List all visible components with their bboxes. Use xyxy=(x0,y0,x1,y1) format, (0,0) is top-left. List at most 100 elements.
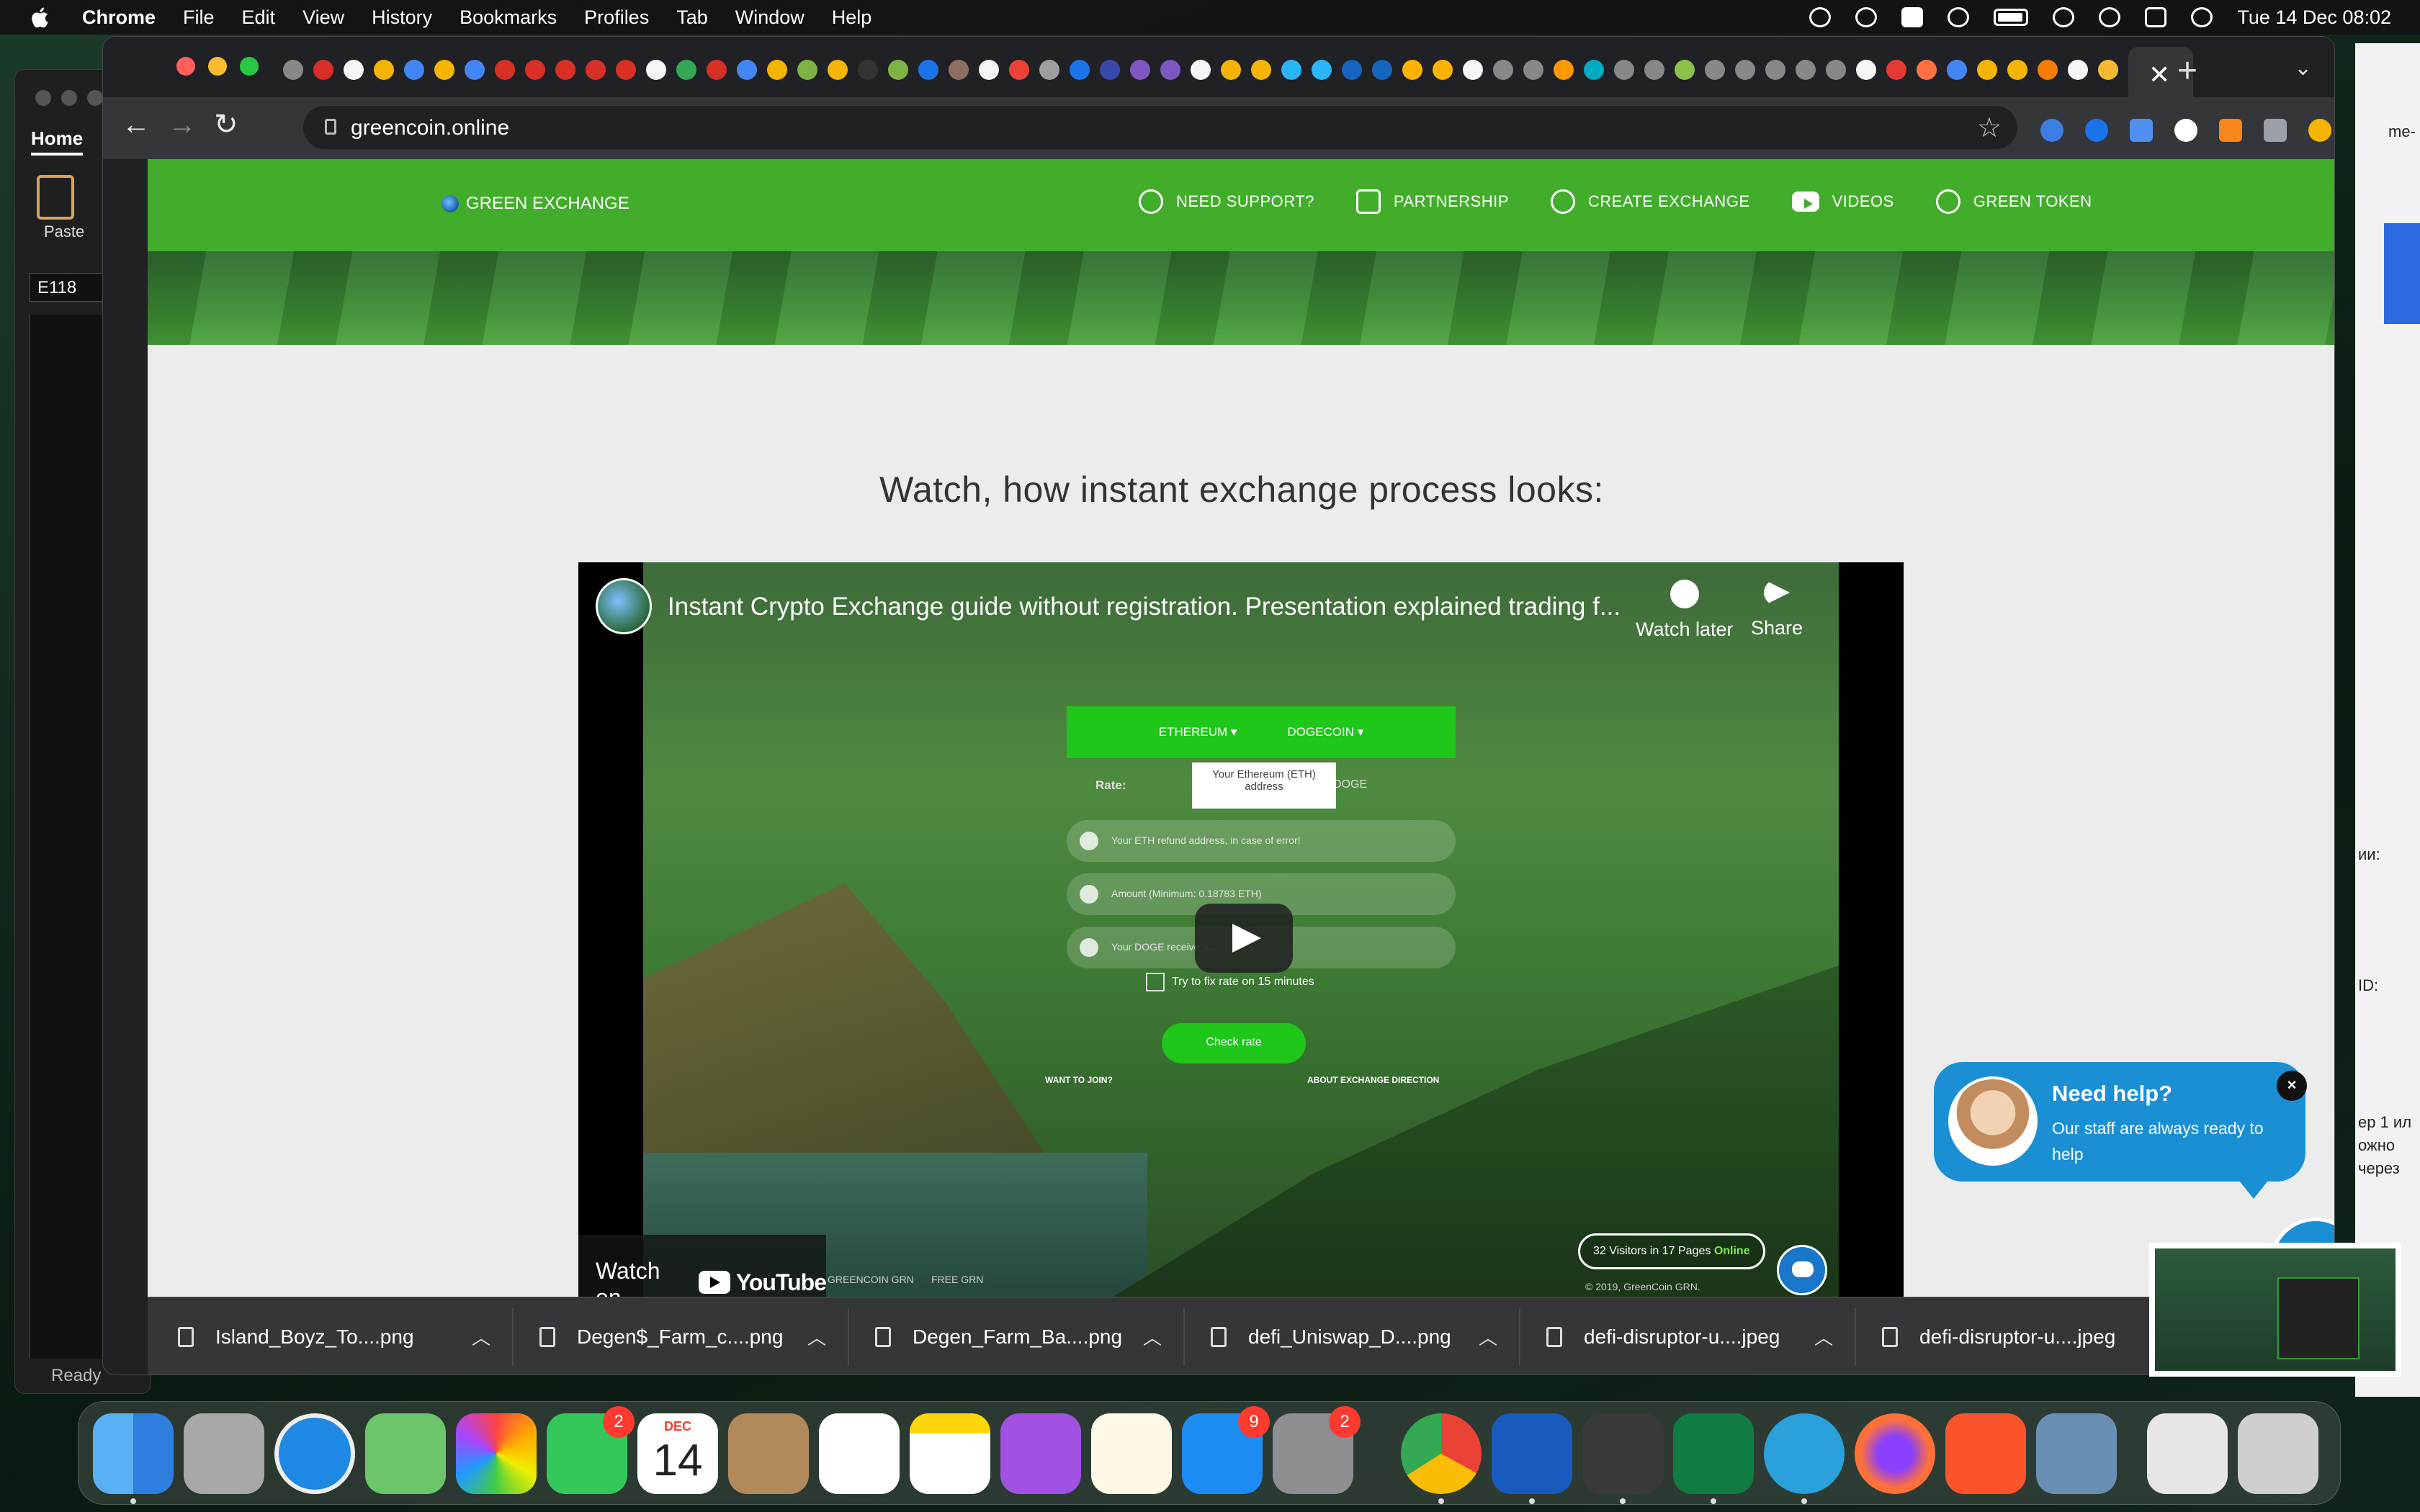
minimize-window-icon[interactable] xyxy=(208,57,227,76)
help-close-icon[interactable]: × xyxy=(2277,1071,2307,1101)
tab-favicon-icon[interactable] xyxy=(344,60,364,80)
preview-icon[interactable] xyxy=(2036,1413,2117,1494)
excel-minimize-icon[interactable] xyxy=(61,90,77,106)
chrome-icon[interactable] xyxy=(1401,1413,1482,1494)
tab-favicon-icon[interactable] xyxy=(1765,60,1785,80)
address-bar[interactable]: greencoin.online ☆ xyxy=(303,106,2017,149)
download-item[interactable]: defi-disruptor-u....jpeg︿ xyxy=(1520,1308,1856,1366)
tab-favicon-icon[interactable] xyxy=(1281,60,1301,80)
close-window-icon[interactable] xyxy=(176,57,195,76)
ethereum-extension-icon[interactable] xyxy=(2040,119,2063,142)
tab-favicon-icon[interactable] xyxy=(858,60,878,80)
notes-icon[interactable] xyxy=(910,1413,990,1494)
tab-favicon-icon[interactable] xyxy=(1584,60,1604,80)
contacts-icon[interactable] xyxy=(728,1413,809,1494)
metamask-icon[interactable] xyxy=(2219,119,2242,142)
tab-favicon-icon[interactable] xyxy=(1705,60,1725,80)
system-preferences-icon[interactable]: 2 xyxy=(1273,1406,1361,1494)
tab-favicon-icon[interactable] xyxy=(1402,60,1422,80)
tab-favicon-icon[interactable] xyxy=(737,60,757,80)
tab-favicon-icon[interactable] xyxy=(828,60,848,80)
tab-favicon-icon[interactable] xyxy=(1644,60,1664,80)
excel-icon[interactable] xyxy=(1673,1413,1754,1494)
tab-favicon-icon[interactable] xyxy=(434,60,454,80)
tab-favicon-icon[interactable] xyxy=(1463,60,1483,80)
tab-favicon-icon[interactable] xyxy=(979,60,999,80)
tab-favicon-icon[interactable] xyxy=(1614,60,1634,80)
tab-favicon-icon[interactable] xyxy=(1554,60,1574,80)
menu-window[interactable]: Window xyxy=(735,6,805,29)
excel-close-icon[interactable] xyxy=(35,90,51,106)
status-extra-icon[interactable] xyxy=(1948,7,1970,27)
help-widget[interactable]: Need help? Our staff are always ready to… xyxy=(1934,1062,2307,1199)
tab-favicon-icon[interactable] xyxy=(1039,60,1059,80)
input-source-icon[interactable] xyxy=(1901,7,1924,27)
tab-favicon-icon[interactable] xyxy=(555,60,575,80)
download-item[interactable]: defi_Uniswap_D....png ︿ xyxy=(1185,1308,1520,1366)
tab-favicon-icon[interactable] xyxy=(404,60,424,80)
tab-favicon-icon[interactable] xyxy=(1796,60,1816,80)
nav-need-support[interactable]: NEED SUPPORT? xyxy=(1139,189,1314,214)
app-store-icon[interactable]: 9 xyxy=(1182,1406,1270,1494)
tab-favicon-icon[interactable] xyxy=(2038,60,2058,80)
download-item[interactable]: Island_Boyz_To....png ︿ xyxy=(178,1308,514,1366)
screenshot-preview-thumbnail[interactable] xyxy=(2149,1243,2401,1377)
download-item[interactable]: defi-disruptor-u....jpeg︿ xyxy=(1856,1308,2192,1366)
tab-favicon-icon[interactable] xyxy=(1675,60,1695,80)
tab-favicon-icon[interactable] xyxy=(1221,60,1241,80)
tab-favicon-icon[interactable] xyxy=(1070,60,1090,80)
menu-clock[interactable]: Tue 14 Dec 08:02 xyxy=(2237,6,2391,29)
tab-favicon-icon[interactable] xyxy=(949,60,969,80)
tab-search-chevron-icon[interactable]: ⌄ xyxy=(2294,55,2312,81)
share-button[interactable]: Share xyxy=(1751,580,1803,639)
extension-link-icon[interactable] xyxy=(2174,119,2197,142)
chevron-up-icon[interactable]: ︿ xyxy=(807,1323,826,1350)
finder-icon[interactable] xyxy=(93,1413,174,1494)
tab-favicon-icon[interactable] xyxy=(1493,60,1513,80)
tab-favicon-icon[interactable] xyxy=(888,60,908,80)
extension-b-icon[interactable] xyxy=(2130,119,2153,142)
maps-icon[interactable] xyxy=(365,1413,446,1494)
launchpad-icon[interactable] xyxy=(184,1413,264,1494)
watch-later-button[interactable]: Watch later xyxy=(1636,580,1734,641)
profile-avatar-icon[interactable] xyxy=(2308,119,2331,142)
photos-icon[interactable] xyxy=(456,1413,537,1494)
tab-favicon-icon[interactable] xyxy=(1917,60,1937,80)
video-title[interactable]: Instant Crypto Exchange guide without re… xyxy=(668,593,1676,621)
tab-favicon-icon[interactable] xyxy=(1977,60,1997,80)
tab-favicon-icon[interactable] xyxy=(1130,60,1150,80)
document-stack-icon[interactable] xyxy=(2147,1413,2228,1494)
download-item[interactable]: Degen$_Farm_c....png ︿ xyxy=(514,1308,849,1366)
nav-create-exchange[interactable]: CREATE EXCHANGE xyxy=(1550,189,1750,214)
menu-edit[interactable]: Edit xyxy=(242,6,276,29)
battery-icon[interactable] xyxy=(1994,9,2029,26)
tab-favicon-icon[interactable] xyxy=(495,60,515,80)
channel-avatar[interactable] xyxy=(596,578,652,634)
tab-favicon-icon[interactable] xyxy=(1886,60,1906,80)
back-arrow-icon[interactable]: ← xyxy=(122,109,151,140)
safari-icon[interactable] xyxy=(274,1413,355,1494)
w-app-icon[interactable] xyxy=(1582,1413,1663,1494)
calendar-icon[interactable]: DEC 14 xyxy=(637,1413,718,1494)
facetime-icon[interactable]: 2 xyxy=(547,1406,635,1494)
apple-menu-icon[interactable] xyxy=(29,6,50,29)
tab-favicon-icon[interactable] xyxy=(374,60,394,80)
tab-favicon-icon[interactable] xyxy=(1433,60,1453,80)
trash-icon[interactable] xyxy=(2238,1413,2318,1494)
tab-favicon-icon[interactable] xyxy=(1160,60,1180,80)
zoom-window-icon[interactable] xyxy=(240,57,259,76)
tab-favicon-icon[interactable] xyxy=(2068,60,2088,80)
siri-icon[interactable] xyxy=(2191,7,2213,27)
forward-arrow-icon[interactable]: → xyxy=(168,109,197,140)
excel-zoom-icon[interactable] xyxy=(87,90,103,106)
tab-favicon-icon[interactable] xyxy=(1312,60,1332,80)
wifi-icon[interactable] xyxy=(2053,7,2075,27)
menu-help[interactable]: Help xyxy=(832,6,872,29)
nav-green-token[interactable]: GREEN TOKEN xyxy=(1935,189,2092,214)
menu-bookmarks[interactable]: Bookmarks xyxy=(460,6,557,29)
tab-favicon-icon[interactable] xyxy=(1523,60,1543,80)
tab-favicon-icon[interactable] xyxy=(1947,60,1967,80)
tab-favicon-icon[interactable] xyxy=(797,60,817,80)
telegram-icon[interactable] xyxy=(1764,1413,1845,1494)
youtube-embed[interactable]: Instant Crypto Exchange guide without re… xyxy=(578,562,1904,1297)
